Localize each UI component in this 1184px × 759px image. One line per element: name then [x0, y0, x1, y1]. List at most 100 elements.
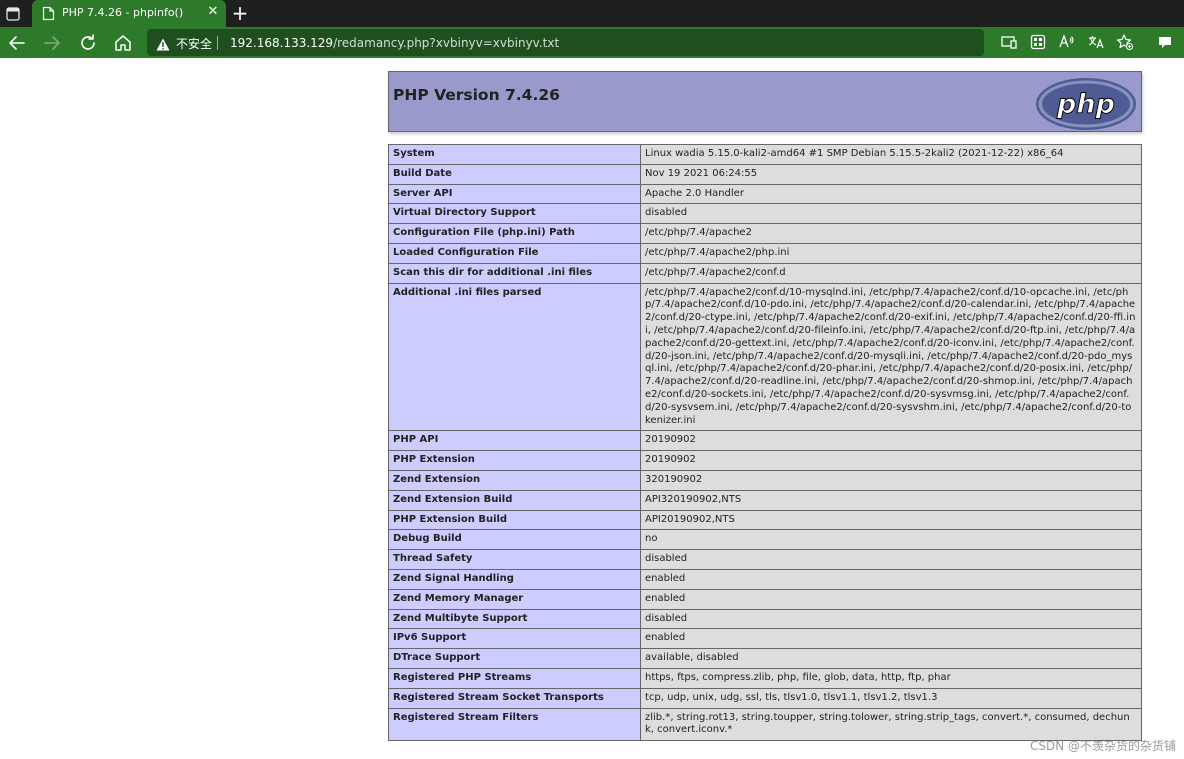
- watermark: CSDN @不羡杂货的杂货铺: [1029, 739, 1176, 753]
- row-value: API20190902,NTS: [640, 509, 1142, 531]
- row-key: System: [388, 144, 641, 165]
- collections-icon[interactable]: [1156, 33, 1174, 51]
- row-value: https, ftps, compress.zlib, php, file, g…: [640, 667, 1142, 689]
- row-key: Zend Signal Handling: [388, 568, 641, 590]
- translate-icon[interactable]: [1087, 33, 1105, 51]
- home-icon[interactable]: [111, 31, 135, 55]
- row-value: Apache 2.0 Handler: [640, 183, 1142, 205]
- table-row: Zend Extension Build API320190902,NTS: [388, 489, 1142, 511]
- table-row: PHP API 20190902: [388, 430, 1142, 452]
- page-icon: [42, 6, 55, 21]
- row-value: enabled: [640, 568, 1142, 590]
- row-key: PHP API: [388, 430, 641, 452]
- table-row: Registered Stream Filters zlib.*, string.…: [388, 707, 1142, 742]
- row-value: Linux wadia 5.15.0-kali2-amd64 #1 SMP De…: [640, 144, 1142, 165]
- row-value: /etc/php/7.4/apache2/conf.d: [640, 262, 1142, 284]
- row-key: IPv6 Support: [388, 628, 641, 650]
- table-row: Loaded Configuration File/etc/php/7.4/ap…: [388, 242, 1142, 264]
- table-row: Debug Build no: [388, 529, 1142, 551]
- back-arrow-icon[interactable]: [5, 31, 29, 55]
- tab-title: PHP 7.4.26 - phpinfo(): [62, 6, 184, 19]
- page-title: PHP Version 7.4.26: [393, 86, 560, 104]
- table-row: Zend Memory Manager enabled: [388, 588, 1142, 610]
- row-key: Zend Multibyte Support: [388, 608, 641, 630]
- row-key: Configuration File (php.ini) Path: [388, 223, 641, 244]
- phpinfo-header: PHP Version 7.4.26 php: [388, 71, 1142, 132]
- url-text[interactable]: 192.168.133.129/redamancy.php?xvbinyv=xv…: [230, 36, 559, 50]
- row-key: Zend Extension Build: [388, 489, 641, 511]
- row-value: zlib.*, string.rot13, string.toupper, st…: [640, 707, 1142, 742]
- close-icon[interactable]: ✕: [206, 5, 220, 19]
- address-bar[interactable]: 不安全 192.168.133.129/redamancy.php?xvbiny…: [147, 29, 984, 56]
- row-value: 20190902: [640, 430, 1142, 452]
- row-key: Zend Extension: [388, 469, 641, 491]
- apps-icon[interactable]: [1029, 33, 1047, 51]
- favorite-star-icon[interactable]: [1116, 33, 1134, 51]
- row-value: 320190902: [640, 469, 1142, 491]
- table-row: Additional .ini files parsed/etc/php/7.4…: [388, 282, 1142, 432]
- table-row: Server API Apache 2.0 Handler: [388, 183, 1142, 205]
- row-value: tcp, udp, unix, udg, ssl, tls, tlsv1.0, …: [640, 687, 1142, 709]
- row-value: available, disabled: [640, 648, 1142, 669]
- address-divider: [217, 36, 218, 50]
- table-row: Virtual Directory Support disabled: [388, 203, 1142, 225]
- row-key: Debug Build: [388, 529, 641, 551]
- table-row: Zend Multibyte Support disabled: [388, 608, 1142, 630]
- row-key: PHP Extension Build: [388, 509, 641, 531]
- php-logo-text: php: [1056, 89, 1115, 120]
- row-key: Registered Stream Filters: [388, 707, 641, 742]
- row-key: Virtual Directory Support: [388, 203, 641, 225]
- row-key: Loaded Configuration File: [388, 242, 641, 264]
- tab-actions-icon[interactable]: [6, 6, 20, 21]
- warning-icon[interactable]: [156, 36, 170, 51]
- php-logo[interactable]: php: [1035, 77, 1137, 131]
- row-key: DTrace Support: [388, 648, 641, 669]
- row-key: Server API: [388, 183, 641, 205]
- browser-tab[interactable]: PHP 7.4.26 - phpinfo() ✕: [32, 0, 226, 27]
- row-key: PHP Extension: [388, 450, 641, 471]
- row-key: Zend Memory Manager: [388, 588, 641, 610]
- security-status-label[interactable]: 不安全: [176, 35, 212, 52]
- url-path: /redamancy.php?xvbinyv=xvbinyv.txt: [333, 36, 560, 50]
- plus-icon[interactable]: +: [230, 3, 250, 23]
- row-key: Scan this dir for additional .ini files: [388, 262, 641, 284]
- device-icon[interactable]: [1000, 33, 1018, 51]
- tab-strip: PHP 7.4.26 - phpinfo() ✕ +: [0, 0, 1184, 27]
- table-row: PHP Extension 20190902: [388, 450, 1142, 471]
- row-value: /etc/php/7.4/apache2: [640, 223, 1142, 244]
- row-value: disabled: [640, 203, 1142, 225]
- row-value: enabled: [640, 628, 1142, 650]
- forward-arrow-icon[interactable]: [40, 31, 64, 55]
- row-value: Nov 19 2021 06:24:55: [640, 163, 1142, 185]
- row-key: Thread Safety: [388, 549, 641, 570]
- row-value: enabled: [640, 588, 1142, 610]
- row-key: Registered Stream Socket Transports: [388, 687, 641, 709]
- phpinfo-table: System Linux wadia 5.15.0-kali2-amd64 #1 …: [388, 144, 1142, 742]
- row-value: no: [640, 529, 1142, 551]
- url-host: 192.168.133.129: [230, 36, 334, 50]
- row-key: Registered PHP Streams: [388, 667, 641, 689]
- table-row: Scan this dir for additional .ini files /…: [388, 262, 1142, 284]
- row-value: 20190902: [640, 450, 1142, 471]
- table-row: Registered PHP Streams https, ftps, compr…: [388, 667, 1142, 689]
- row-value: /etc/php/7.4/apache2/php.ini: [640, 242, 1142, 264]
- row-value: disabled: [640, 608, 1142, 630]
- refresh-icon[interactable]: [76, 31, 100, 55]
- table-row: Zend Extension 320190902: [388, 469, 1142, 491]
- table-row: Build Date Nov 19 2021 06:24:55: [388, 163, 1142, 185]
- table-row: System Linux wadia 5.15.0-kali2-amd64 #1 …: [388, 144, 1142, 165]
- table-row: Configuration File (php.ini) Path/etc/ph…: [388, 223, 1142, 244]
- table-row: IPv6 Support enabled: [388, 628, 1142, 650]
- table-row: Thread Safety disabled: [388, 549, 1142, 570]
- row-value: disabled: [640, 549, 1142, 570]
- navigation-toolbar: 不安全 192.168.133.129/redamancy.php?xvbiny…: [0, 27, 1184, 58]
- table-row: Zend Signal Handling enabled: [388, 568, 1142, 590]
- table-row: Registered Stream Socket Transports tcp, …: [388, 687, 1142, 709]
- row-value: API320190902,NTS: [640, 489, 1142, 511]
- read-aloud-icon[interactable]: [1058, 33, 1076, 51]
- row-key: Build Date: [388, 163, 641, 185]
- row-value: /etc/php/7.4/apache2/conf.d/10-mysqlnd.i…: [640, 282, 1142, 432]
- table-row: PHP Extension Build API20190902,NTS: [388, 509, 1142, 531]
- row-key: Additional .ini files parsed: [388, 282, 641, 432]
- table-row: DTrace Support available, disabled: [388, 648, 1142, 669]
